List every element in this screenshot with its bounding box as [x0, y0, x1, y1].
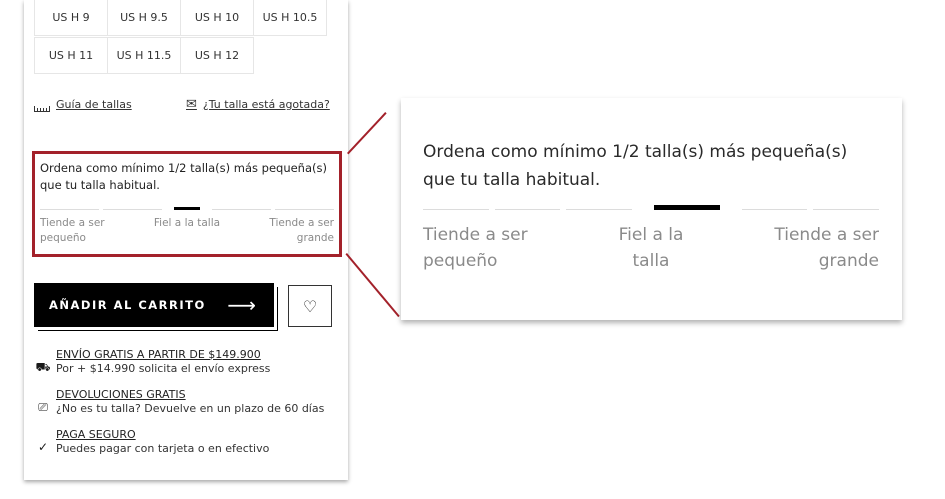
fit-label-large: Tiende a ser grande	[269, 217, 334, 244]
envelope-icon: ✉	[186, 97, 197, 112]
size-option[interactable]: US H 12	[180, 37, 254, 74]
add-to-cart-button[interactable]: AÑADIR AL CARRITO ⟶	[34, 283, 274, 327]
zoom-fit-labels: Tiende a ser pequeño Fiel a la talla Tie…	[423, 222, 879, 274]
fit-label-true: Fiel a la talla	[618, 225, 684, 271]
sold-out-link[interactable]: ✉ ¿Tu talla está agotada?	[186, 98, 330, 111]
wishlist-button[interactable]: ♡	[288, 285, 332, 327]
fit-label-true: Fiel a la talla	[153, 217, 221, 229]
size-option[interactable]: US H 10.5	[253, 0, 327, 36]
size-option[interactable]: US H 11	[34, 37, 108, 74]
size-option[interactable]: US H 9.5	[107, 0, 181, 36]
size-option[interactable]: US H 9	[34, 0, 108, 36]
fit-label-large: Tiende a ser grande	[774, 225, 879, 271]
fit-label-small: Tiende a ser pequeño	[423, 225, 528, 271]
add-to-cart-label: AÑADIR AL CARRITO	[49, 298, 206, 312]
benefit-desc: ¿No es tu talla? Devuelve en un plazo de…	[56, 402, 325, 415]
ruler-icon	[34, 105, 50, 112]
fit-scale-marker	[174, 207, 200, 210]
fit-scale-segment	[275, 209, 334, 210]
size-row: US H 11 US H 11.5 US H 12	[34, 37, 357, 76]
truck-icon: ⛟	[35, 360, 51, 374]
size-option[interactable]: US H 10	[180, 0, 254, 36]
fit-scale-segment	[566, 209, 632, 210]
benefit-desc: Por + $14.990 solicita el envío express	[56, 362, 271, 375]
fit-scale-segment	[494, 209, 561, 210]
fit-scale-segment	[813, 209, 879, 210]
zoom-fit-scale	[423, 204, 879, 210]
zoom-fit-message: Ordena como mínimo 1/2 talla(s) más pequ…	[423, 142, 848, 190]
check-icon: ✓	[37, 440, 49, 454]
arrow-right-icon: ⟶	[227, 293, 256, 317]
benefit-shipping: ⛟ ENVÍO GRATIS A PARTIR DE $149.900 Por …	[34, 348, 270, 376]
fit-scale-segment	[40, 209, 99, 210]
size-row: US H 9 US H 9.5 US H 10 US H 10.5	[34, 0, 357, 38]
fit-label-small: Tiende a ser pequeño	[40, 217, 105, 244]
callout-line	[345, 253, 400, 318]
fit-scale-segment	[103, 209, 162, 210]
benefit-secure-payment: ✓ PAGA SEGURO Puedes pagar con tarjeta o…	[34, 428, 269, 456]
product-panel: US H 9 US H 9.5 US H 10 US H 10.5 US H 1…	[24, 0, 348, 480]
size-option[interactable]: US H 11.5	[107, 37, 181, 74]
benefit-title[interactable]: PAGA SEGURO	[56, 428, 269, 442]
size-guide-label: Guía de tallas	[56, 98, 132, 111]
fit-scale-labels: Tiende a ser pequeño Fiel a la talla Tie…	[40, 216, 334, 246]
callout-line	[347, 112, 387, 155]
fit-scale	[40, 206, 334, 210]
benefit-desc: Puedes pagar con tarjeta o en efectivo	[56, 442, 270, 455]
benefit-title[interactable]: ENVÍO GRATIS A PARTIR DE $149.900	[56, 348, 270, 362]
sold-out-label: ¿Tu talla está agotada?	[202, 98, 330, 111]
size-grid: US H 9 US H 9.5 US H 10 US H 10.5 US H 1…	[34, 0, 357, 76]
return-icon: ⎚	[38, 400, 48, 414]
size-guide-link[interactable]: Guía de tallas	[34, 98, 132, 112]
fit-message: Ordena como mínimo 1/2 talla(s) más pequ…	[40, 161, 327, 192]
fit-indicator: Ordena como mínimo 1/2 talla(s) más pequ…	[32, 151, 342, 257]
heart-icon: ♡	[302, 296, 318, 316]
fit-scale-segment	[423, 209, 489, 210]
fit-scale-segment	[212, 209, 271, 210]
size-links: Guía de tallas ✉ ¿Tu talla está agotada?	[34, 98, 344, 118]
fit-scale-segment	[741, 209, 808, 210]
fit-zoom-callout: Ordena como mínimo 1/2 talla(s) más pequ…	[401, 98, 902, 320]
fit-scale-marker	[653, 205, 720, 210]
benefit-title[interactable]: DEVOLUCIONES GRATIS	[56, 388, 324, 402]
benefit-returns: ⎚ DEVOLUCIONES GRATIS ¿No es tu talla? D…	[34, 388, 324, 416]
